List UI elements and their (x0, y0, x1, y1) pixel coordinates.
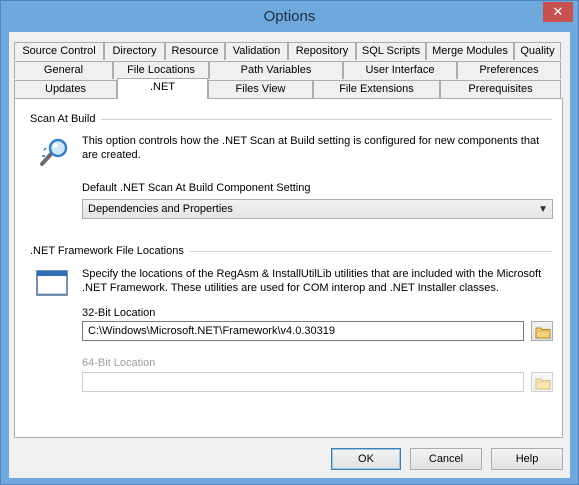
tab-merge-modules[interactable]: Merge Modules (426, 42, 514, 60)
tab-general[interactable]: General (14, 61, 113, 79)
bit32-browse-button[interactable] (531, 321, 553, 341)
tab-file-extensions[interactable]: File Extensions (313, 80, 440, 98)
tab-directory[interactable]: Directory (104, 42, 165, 60)
ok-button[interactable]: OK (331, 448, 401, 470)
dialog-client: Source Control Directory Resource Valida… (9, 32, 570, 478)
cancel-button[interactable]: Cancel (410, 448, 482, 470)
scan-description: This option controls how the .NET Scan a… (82, 135, 540, 161)
bit32-label: 32-Bit Location (82, 307, 156, 319)
tab-prerequisites[interactable]: Prerequisites (440, 80, 561, 98)
magnifier-icon (38, 136, 70, 168)
title-bar[interactable]: Options ✕ (1, 1, 578, 32)
bit64-browse-button[interactable] (531, 372, 553, 392)
tab-source-control[interactable]: Source Control (14, 42, 104, 60)
tab-dotnet[interactable]: .NET (117, 78, 208, 99)
scan-group-title: Scan At Build (30, 113, 102, 125)
tab-path-variables[interactable]: Path Variables (209, 61, 343, 79)
scan-setting-label: Default .NET Scan At Build Component Set… (82, 182, 311, 194)
framework-description: Specify the locations of the RegAsm & In… (82, 268, 542, 294)
tab-resource[interactable]: Resource (165, 42, 225, 60)
tab-preferences[interactable]: Preferences (457, 61, 561, 79)
window-title: Options (263, 8, 316, 25)
dotnet-tab-panel: Scan At Build This option controls how t… (14, 98, 563, 438)
folder-icon (535, 327, 551, 339)
framework-group-title: .NET Framework File Locations (30, 245, 190, 257)
close-button[interactable]: ✕ (543, 2, 573, 22)
tab-repository[interactable]: Repository (288, 42, 356, 60)
scan-setting-value: Dependencies and Properties (88, 203, 233, 215)
tab-sql-scripts[interactable]: SQL Scripts (356, 42, 426, 60)
bit64-label: 64-Bit Location (82, 357, 156, 369)
tab-quality[interactable]: Quality (514, 42, 561, 60)
bit32-location-field[interactable]: C:\Windows\Microsoft.NET\Framework\v4.0.… (82, 321, 524, 341)
help-button[interactable]: Help (491, 448, 563, 470)
tab-updates[interactable]: Updates (14, 80, 117, 98)
tab-file-locations[interactable]: File Locations (113, 61, 209, 79)
tab-user-interface[interactable]: User Interface (343, 61, 457, 79)
folder-icon (535, 378, 551, 390)
scan-group-divider (30, 119, 552, 120)
tab-files-view[interactable]: Files View (208, 80, 313, 98)
chevron-down-icon: ▼ (538, 204, 548, 215)
window-icon (36, 269, 68, 297)
options-window: Options ✕ Source Control Directory Resou… (0, 0, 579, 485)
bit64-location-field[interactable] (82, 372, 524, 392)
scan-setting-dropdown[interactable]: Dependencies and Properties ▼ (82, 199, 553, 219)
tab-validation[interactable]: Validation (225, 42, 288, 60)
